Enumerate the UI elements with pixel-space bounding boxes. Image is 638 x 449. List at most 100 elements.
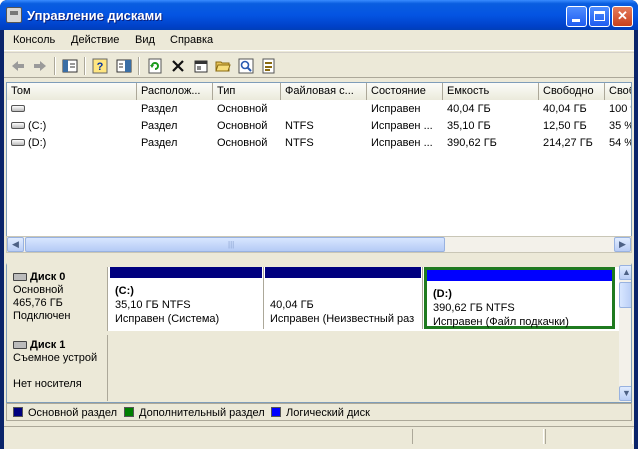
- partition-status: Исправен (Система): [115, 313, 220, 325]
- partition-size: 390,62 ГБ NTFS: [433, 302, 515, 314]
- column-header-layout[interactable]: Располож...: [137, 83, 213, 100]
- forward-arrow-icon[interactable]: [32, 58, 48, 74]
- properties-pane-icon[interactable]: [116, 58, 132, 74]
- svg-text:?: ?: [97, 61, 104, 73]
- maximize-button[interactable]: [589, 6, 610, 27]
- percent-free-cell: 35 %: [609, 120, 632, 132]
- vertical-scroll-thumb[interactable]: [619, 282, 631, 308]
- console-tree-icon[interactable]: [62, 58, 78, 74]
- disk-1-area[interactable]: [107, 335, 619, 401]
- disk-management-app-icon: [6, 7, 22, 23]
- title-bar[interactable]: Управление дисками ✕: [0, 0, 638, 30]
- removable-disk-icon: [13, 341, 27, 350]
- vertical-scrollbar[interactable]: ▲ ▼: [619, 265, 631, 402]
- partition-size: 35,10 ГБ NTFS: [115, 299, 191, 311]
- disk-type: Основной: [13, 284, 64, 296]
- table-row[interactable]: Раздел Основной Исправен 40,04 ГБ 40,04 …: [7, 101, 631, 118]
- disk-0-label[interactable]: Диск 0 Основной 465,76 ГБ Подключен: [7, 267, 105, 331]
- table-row[interactable]: (D:) Раздел Основной NTFS Исправен ... 3…: [7, 135, 632, 152]
- primary-partition-bar: [110, 267, 262, 278]
- status-cell: Исправен ...: [371, 137, 433, 149]
- disk-status: Подключен: [13, 310, 71, 322]
- delete-icon[interactable]: [170, 58, 186, 74]
- menu-help[interactable]: Справка: [170, 34, 213, 46]
- search-icon[interactable]: [238, 58, 254, 74]
- refresh-icon[interactable]: [147, 58, 163, 74]
- legend-item: Логический диск: [271, 407, 370, 419]
- toolbar-separator: [54, 57, 56, 75]
- chevron-left-icon: ◀: [12, 239, 19, 249]
- partition-status: Исправен (Неизвестный раз: [270, 313, 415, 325]
- toolbar-separator: [138, 57, 140, 75]
- partition-unknown[interactable]: 40,04 ГБ Исправен (Неизвестный раз: [264, 267, 423, 329]
- toolbar-separator: [84, 57, 86, 75]
- export-icon[interactable]: [261, 58, 277, 74]
- menu-view[interactable]: Вид: [135, 34, 155, 46]
- status-cell: Исправен ...: [371, 120, 433, 132]
- disk-size: 465,76 ГБ: [13, 297, 63, 309]
- filesystem-cell: [281, 101, 367, 118]
- column-header-capacity[interactable]: Емкость: [443, 83, 539, 100]
- primary-partition-bar: [427, 270, 612, 281]
- disk-management-window: Управление дисками ✕ Консоль Действие Ви…: [0, 0, 638, 449]
- column-header-free-space[interactable]: Свободно: [539, 83, 605, 100]
- disk-name: Диск 1: [30, 339, 66, 351]
- layout-cell: Раздел: [141, 120, 178, 132]
- chevron-up-icon: ▲: [622, 267, 631, 277]
- legend-swatch-logical: [271, 407, 281, 417]
- partition-d[interactable]: (D:) 390,62 ГБ NTFS Исправен (Файл подка…: [424, 267, 615, 329]
- partition-size: 40,04 ГБ: [270, 299, 314, 311]
- column-header-status[interactable]: Состояние: [367, 83, 443, 100]
- volume-cell: [7, 101, 137, 118]
- legend-label: Основной раздел: [28, 407, 117, 419]
- back-arrow-icon[interactable]: [10, 58, 26, 74]
- horizontal-scrollbar[interactable]: ◀ ▶: [6, 236, 632, 253]
- scroll-right-button[interactable]: ▶: [614, 237, 631, 252]
- drive-icon: [11, 138, 25, 146]
- client-area: Консоль Действие Вид Справка ? Том Распо: [4, 30, 634, 449]
- minimize-button[interactable]: [566, 6, 587, 27]
- legend-swatch-primary: [13, 407, 23, 417]
- properties-icon[interactable]: [193, 58, 209, 74]
- volume-name: (C:): [28, 120, 47, 132]
- open-folder-icon[interactable]: [215, 58, 231, 74]
- layout-cell: Раздел: [141, 103, 178, 115]
- volume-cell: (C:): [7, 118, 137, 135]
- column-header-percent-free[interactable]: Своб: [605, 83, 631, 100]
- filesystem-cell: NTFS: [285, 120, 314, 132]
- menu-console[interactable]: Консоль: [13, 34, 55, 46]
- free-space-cell: 40,04 ГБ: [543, 103, 587, 115]
- capacity-cell: 390,62 ГБ: [447, 137, 497, 149]
- status-pane: [545, 429, 633, 444]
- horizontal-scroll-thumb[interactable]: [25, 237, 445, 252]
- close-icon: ✕: [617, 8, 628, 23]
- type-cell: Основной: [217, 103, 268, 115]
- column-header-type[interactable]: Тип: [213, 83, 281, 100]
- volume-list: Том Располож... Тип Файловая с... Состоя…: [6, 82, 632, 253]
- table-row[interactable]: (C:) Раздел Основной NTFS Исправен ... 3…: [7, 118, 632, 135]
- type-cell: Основной: [217, 137, 268, 149]
- disk-name: Диск 0: [30, 271, 66, 283]
- free-space-cell: 12,50 ГБ: [543, 120, 587, 132]
- scroll-left-button[interactable]: ◀: [7, 237, 24, 252]
- disk-1-label[interactable]: Диск 1 Съемное устрой Нет носителя: [7, 335, 105, 401]
- volume-name: (D:): [28, 137, 47, 149]
- layout-cell: Раздел: [141, 137, 178, 149]
- close-button[interactable]: ✕: [612, 6, 633, 27]
- disk-graphical-view: Диск 0 Основной 465,76 ГБ Подключен (C:)…: [6, 263, 632, 403]
- disk-status: Нет носителя: [13, 378, 82, 390]
- menu-action[interactable]: Действие: [71, 34, 119, 46]
- column-header-volume[interactable]: Том: [7, 83, 137, 100]
- partition-c[interactable]: (C:) 35,10 ГБ NTFS Исправен (Система): [109, 267, 264, 329]
- percent-free-cell: 54 %: [609, 137, 632, 149]
- primary-partition-bar: [265, 267, 421, 278]
- help-icon[interactable]: ?: [92, 58, 108, 74]
- legend-swatch-extended: [124, 407, 134, 417]
- column-header-filesystem[interactable]: Файловая с...: [281, 83, 367, 100]
- scroll-up-button[interactable]: ▲: [619, 265, 631, 280]
- maximize-icon: [594, 11, 605, 21]
- capacity-cell: 40,04 ГБ: [447, 103, 491, 115]
- disk-type: Съемное устрой: [13, 352, 98, 364]
- scroll-down-button[interactable]: ▼: [619, 386, 631, 401]
- chevron-down-icon: ▼: [622, 388, 631, 398]
